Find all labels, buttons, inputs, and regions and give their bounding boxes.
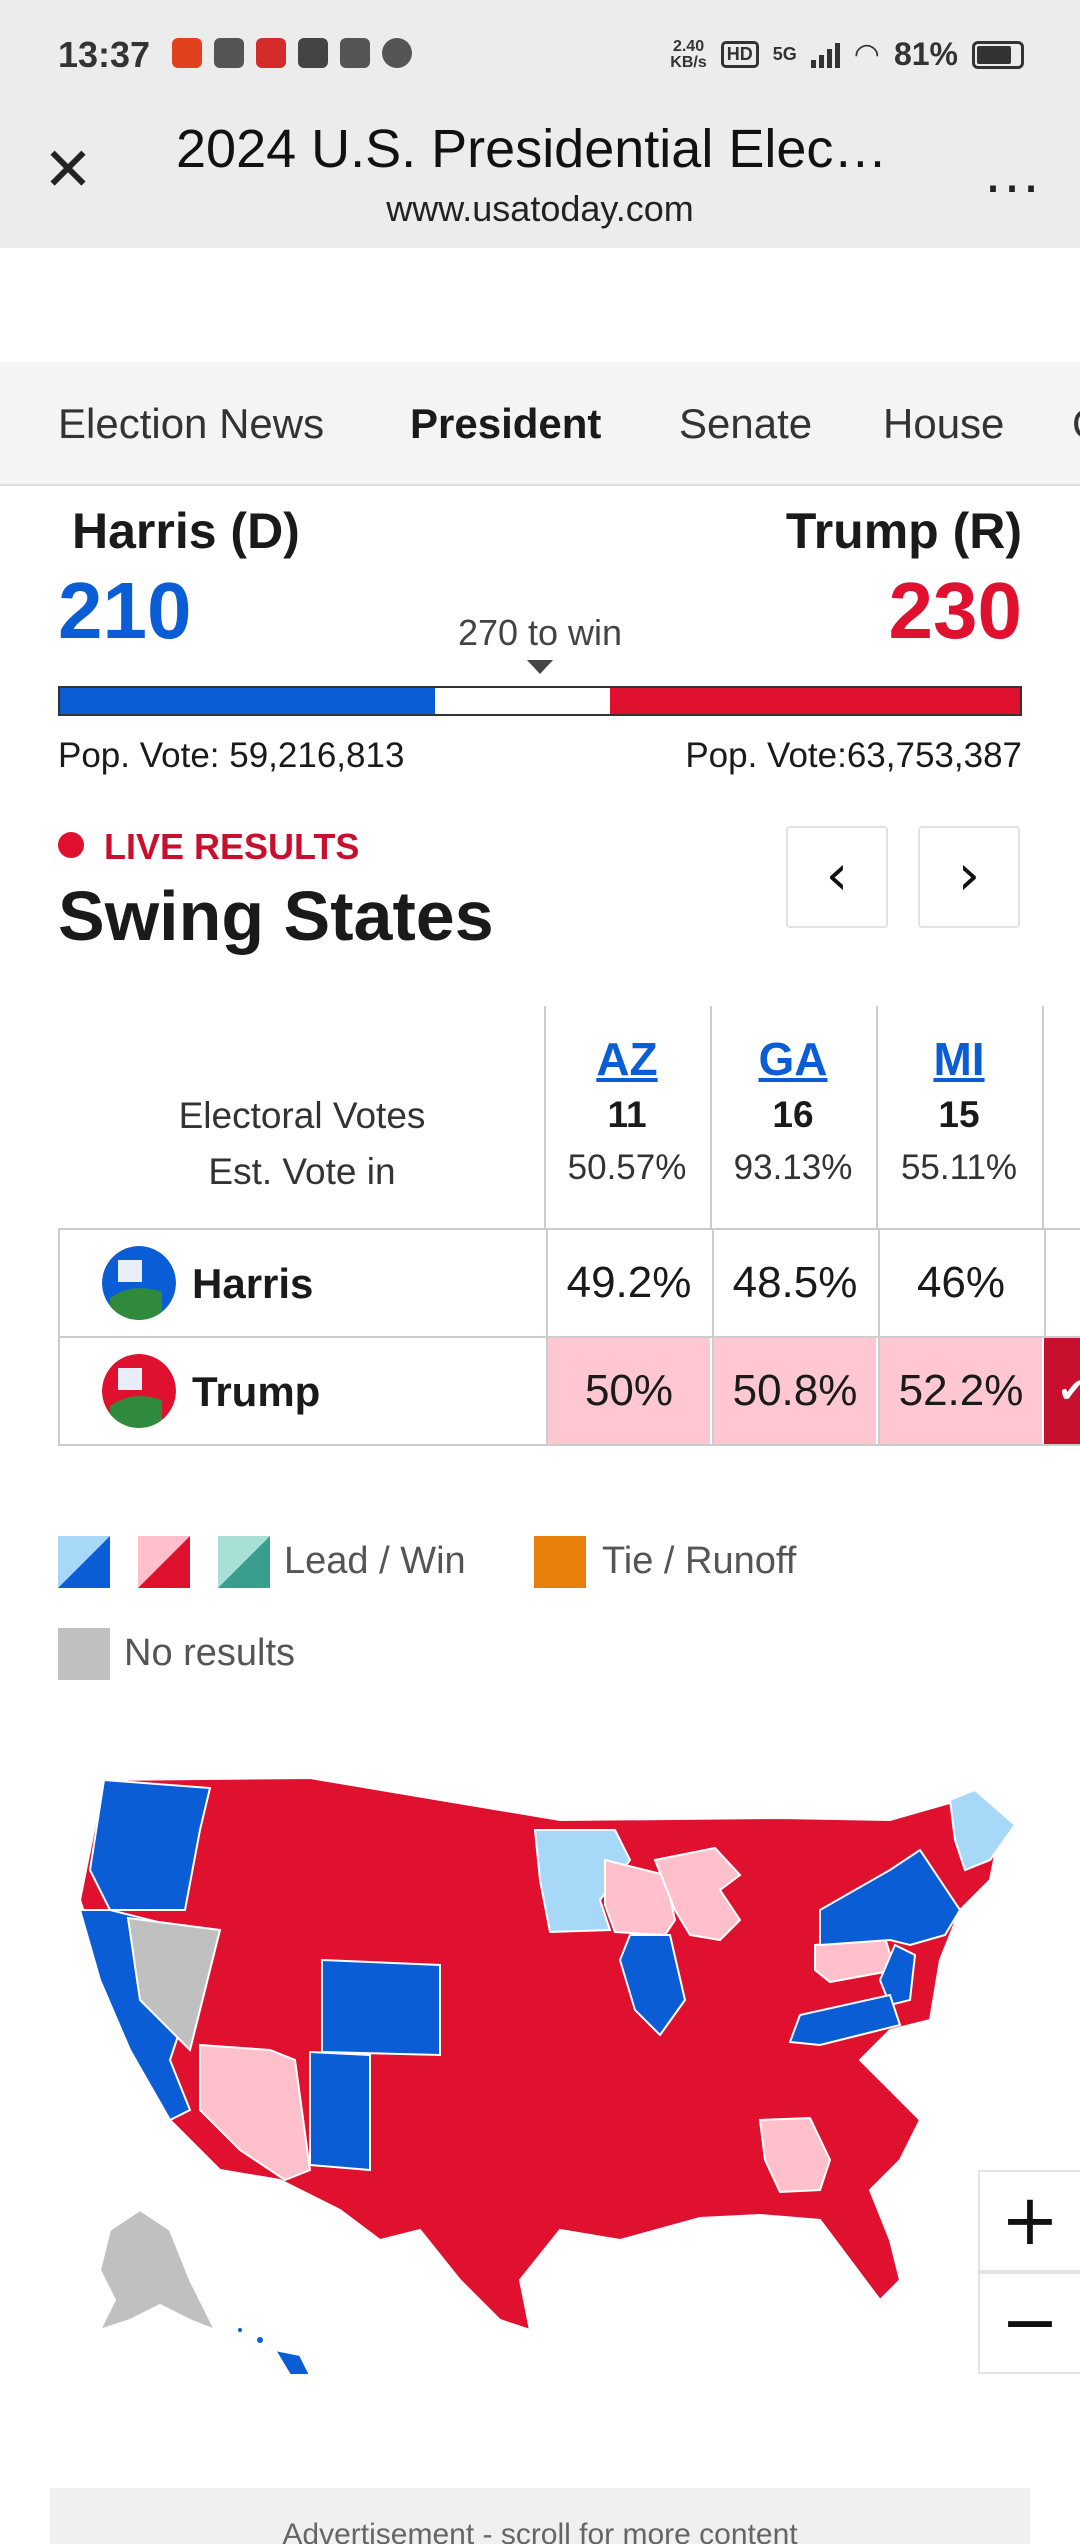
status-indicators: 2.40 KB/s HD 5G ◠ 81% (670, 36, 1024, 73)
harris-avatar (102, 1246, 176, 1320)
state-column: MI 15 55.11% (876, 1006, 1040, 1228)
ind-lead-win-swatch-icon (218, 1536, 270, 1588)
vote-share-cell-overflow (1044, 1230, 1080, 1336)
legend-tie-runoff: Tie / Runoff (602, 1540, 797, 1582)
trump-avatar (102, 1354, 176, 1428)
hd-icon: HD (720, 41, 759, 68)
vote-share-cell: 50% (546, 1338, 710, 1444)
state-nm (309, 2050, 371, 2172)
state-electoral-votes: 11 (607, 1094, 647, 1135)
section-nav: Election News President Senate House C (0, 362, 1080, 486)
dem-candidate-name: Harris (D) (72, 503, 300, 559)
state-est-vote-in: 50.57% (567, 1148, 687, 1187)
rep-candidate-name: Trump (R) (785, 503, 1022, 559)
page-url: www.usatoday.com (386, 188, 694, 229)
battery-percent: 81% (893, 36, 958, 72)
candidate-name: Trump (192, 1368, 321, 1415)
winner-check-icon: ✔ (1044, 1338, 1080, 1444)
state-est-vote-in: 93.13% (733, 1148, 853, 1187)
dem-popular-vote: Pop. Vote: 59,216,813 (58, 736, 405, 775)
dem-lead-win-swatch-icon (58, 1536, 110, 1588)
rep-popular-vote: Pop. Vote:63,753,387 (685, 736, 1022, 775)
app-notification-icon (256, 38, 286, 68)
dem-ev-bar-fill (60, 688, 435, 714)
vote-share-cell: 49.2% (546, 1230, 710, 1336)
tie-runoff-swatch-icon (534, 1536, 586, 1588)
rep-lead-win-swatch-icon (138, 1536, 190, 1588)
vote-share-cell: 48.5% (712, 1230, 876, 1336)
toutiao-icon (340, 38, 370, 68)
state-link-ga[interactable]: GA (712, 1032, 874, 1086)
candidate-name: Harris (192, 1260, 314, 1307)
rep-electoral-votes: 230 (888, 566, 1022, 655)
state-link-mi[interactable]: MI (878, 1032, 1040, 1086)
notification-icons (172, 38, 412, 68)
to-win-label: 270 to win (457, 612, 623, 653)
electoral-vote-bar (58, 686, 1022, 716)
state-link-az[interactable]: AZ (546, 1032, 708, 1086)
network-speed: 2.40 KB/s (670, 37, 707, 71)
dem-electoral-votes: 210 (58, 566, 192, 655)
to-win-marker-icon (527, 660, 553, 674)
tab-overflow[interactable]: C (1072, 400, 1080, 448)
state-hi (272, 2348, 312, 2376)
ad-label: Advertisement - scroll for more content (282, 2518, 798, 2544)
candidate-cell: Trump (60, 1338, 546, 1444)
no-results-swatch-icon (58, 1628, 110, 1680)
us-map-svg[interactable] (60, 1760, 1040, 2380)
state-electoral-votes: 15 (938, 1094, 980, 1135)
state-est-vote-in: 55.11% (900, 1148, 1018, 1187)
zoom-out-button[interactable]: − (978, 2272, 1080, 2374)
legend-no-results: No results (124, 1632, 296, 1674)
state-co (321, 1958, 441, 2057)
live-results-label: LIVE RESULTS (104, 826, 360, 867)
rep-ev-bar-fill (609, 688, 1020, 714)
chat-bubble-icon (382, 38, 412, 68)
state-column: AZ 11 50.57% (544, 1006, 708, 1228)
vote-share-cell: 46% (878, 1230, 1042, 1336)
us-results-map[interactable]: + − (60, 1760, 1080, 2380)
state-column-overflow (1042, 1006, 1080, 1228)
table-row-harris: Harris 49.2% 48.5% 46% (58, 1228, 1080, 1338)
app-notification-icon (172, 38, 202, 68)
section-title: Swing States (58, 877, 494, 955)
tab-election-news[interactable]: Election News (58, 400, 324, 448)
state-electoral-votes: 16 (772, 1094, 814, 1135)
network-type: 5G (772, 44, 797, 64)
tab-president[interactable]: President (410, 400, 601, 448)
live-indicator-icon (58, 832, 84, 858)
tab-house[interactable]: House (883, 400, 1004, 448)
browser-header: ✕ 2024 U.S. Presidential Elec… www.usato… (0, 112, 1080, 248)
prev-button[interactable]: ‹ (786, 826, 888, 928)
weibo-icon (214, 38, 244, 68)
ad-banner: Advertisement - scroll for more content (50, 2488, 1030, 2544)
next-button[interactable]: › (918, 826, 1020, 928)
zoom-in-button[interactable]: + (978, 2170, 1080, 2272)
swing-states-table: Electoral Votes Est. Vote in AZ 11 50.57… (58, 1006, 1080, 1450)
more-options-icon[interactable]: … (982, 142, 1044, 202)
status-bar: 13:37 2.40 KB/s HD 5G ◠ 81% (0, 0, 1080, 112)
signal-icon (810, 42, 840, 68)
state-column: GA 16 93.13% (710, 1006, 874, 1228)
app-notification-icon (298, 38, 328, 68)
table-row-trump: Trump 50% 50.8% 52.2% ✔ (58, 1336, 1080, 1446)
candidate-cell: Harris (60, 1230, 546, 1336)
vote-share-cell: 50.8% (712, 1338, 876, 1444)
table-header-label: Electoral Votes Est. Vote in (178, 1095, 426, 1192)
wifi-icon: ◠ (853, 38, 880, 71)
battery-icon (972, 40, 1024, 69)
page-title: 2024 U.S. Presidential Elec… (176, 119, 888, 179)
tab-senate[interactable]: Senate (679, 400, 812, 448)
vote-share-cell: 52.2% (878, 1338, 1042, 1444)
legend-lead-win: Lead / Win (284, 1540, 466, 1582)
status-time: 13:37 (58, 34, 151, 75)
state-ak (98, 2208, 218, 2332)
